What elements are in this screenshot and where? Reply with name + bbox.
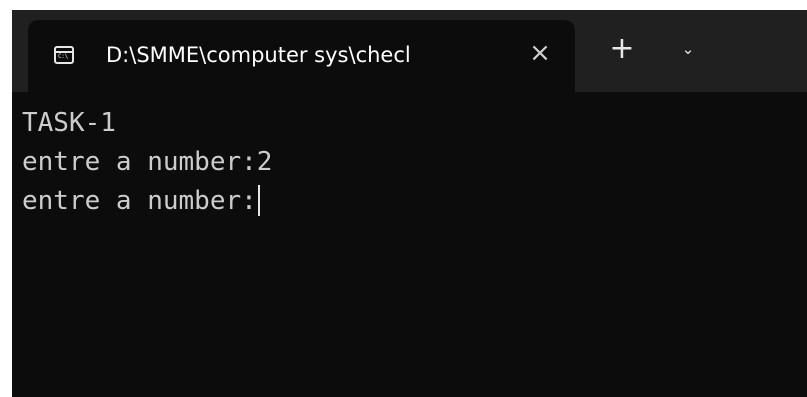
tab-active[interactable]: C:\ D:\SMME\computer sys\checl × bbox=[28, 20, 575, 92]
console-input-line[interactable]: entre a number: bbox=[22, 182, 792, 221]
console-line: TASK-1 bbox=[22, 108, 116, 138]
terminal-window: C:\ D:\SMME\computer sys\checl × + ⌄ TAS… bbox=[12, 10, 807, 397]
console-output[interactable]: TASK-1 entre a number:2 entre a number: bbox=[22, 104, 792, 384]
text-cursor bbox=[257, 185, 260, 216]
title-bar: C:\ D:\SMME\computer sys\checl × + ⌄ bbox=[12, 10, 807, 92]
chevron-down-icon[interactable]: ⌄ bbox=[672, 34, 704, 66]
console-prompt: entre a number: bbox=[22, 186, 257, 216]
console-line: entre a number:2 bbox=[22, 147, 273, 177]
close-tab-icon[interactable]: × bbox=[525, 38, 555, 68]
cmd-icon: C:\ bbox=[54, 46, 74, 64]
new-tab-button[interactable]: + bbox=[606, 34, 638, 66]
tab-title: D:\SMME\computer sys\checl bbox=[106, 43, 411, 67]
